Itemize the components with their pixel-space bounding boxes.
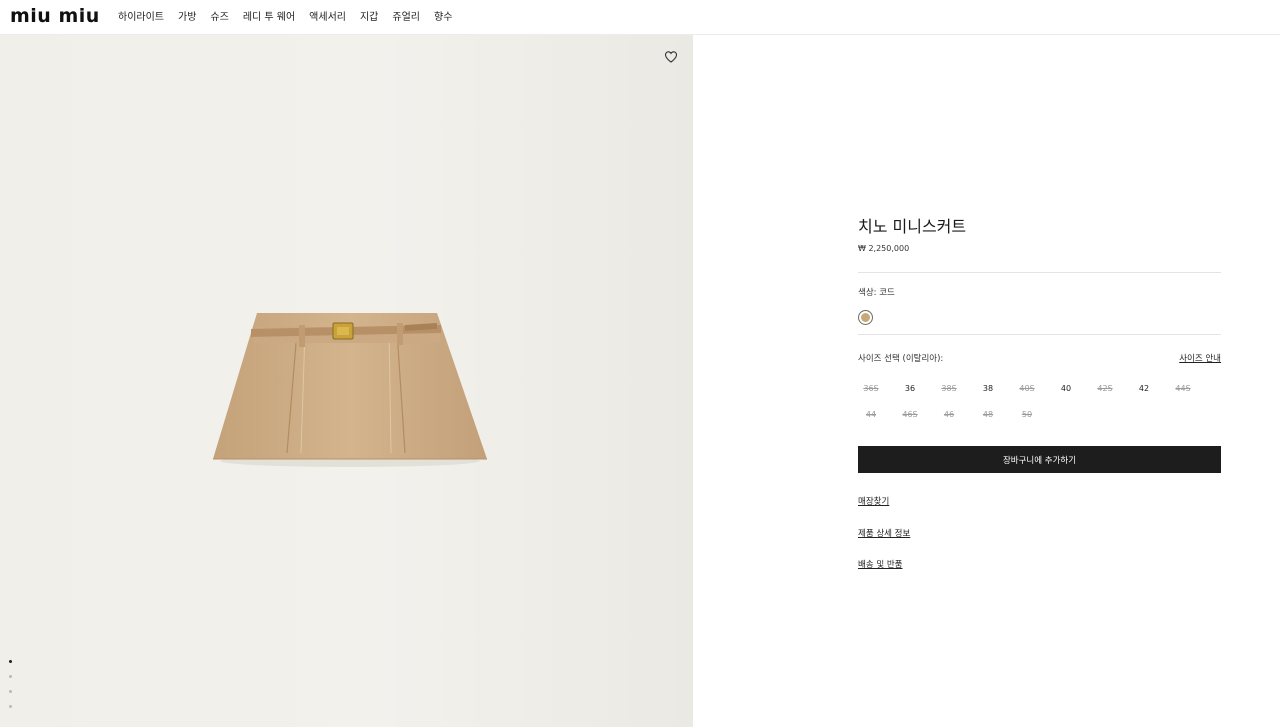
size-guide-link[interactable]: 사이즈 안내 <box>1179 352 1221 364</box>
size-option[interactable]: 50 <box>1014 409 1040 421</box>
size-option[interactable]: 48 <box>975 409 1001 421</box>
nav-item-ready-to-wear[interactable]: 레디 투 웨어 <box>243 8 295 23</box>
brand-logo[interactable]: miu miu <box>10 5 100 27</box>
size-option[interactable]: 36S <box>858 383 884 395</box>
pager-dot[interactable] <box>9 675 12 678</box>
pager-dot[interactable] <box>9 690 12 693</box>
size-option[interactable]: 40S <box>1014 383 1040 395</box>
size-option[interactable]: 42S <box>1092 383 1118 395</box>
size-option[interactable]: 46S <box>897 409 923 421</box>
size-option[interactable]: 46 <box>936 409 962 421</box>
size-option[interactable]: 38S <box>936 383 962 395</box>
product-image <box>213 313 487 467</box>
main-nav: 하이라이트 가방 슈즈 레디 투 웨어 액세서리 지갑 쥬얼리 향수 <box>118 0 466 31</box>
size-option[interactable]: 42 <box>1131 383 1157 395</box>
pager-dot[interactable] <box>9 660 12 663</box>
nav-item-wallets[interactable]: 지갑 <box>360 8 378 23</box>
store-locator-link[interactable]: 매장찾기 <box>858 496 889 508</box>
info-links: 매장찾기 제품 상세 정보 배송 및 반품 <box>858 489 1221 571</box>
size-option[interactable]: 36 <box>897 383 923 395</box>
nav-item-jewelry[interactable]: 쥬얼리 <box>392 8 420 23</box>
divider <box>858 334 1221 335</box>
color-label-row: 색상: 코드 <box>858 287 1221 299</box>
product-detail: 치노 미니스커트 ₩ 2,250,000 색상: 코드 사이즈 선택 (이탈리아… <box>858 215 1221 571</box>
size-option[interactable]: 38 <box>975 383 1001 395</box>
size-header: 사이즈 선택 (이탈리아): 사이즈 안내 <box>858 352 1221 364</box>
product-gallery[interactable] <box>0 35 693 727</box>
nav-item-highlights[interactable]: 하이라이트 <box>118 8 164 23</box>
size-label: 사이즈 선택 (이탈리아): <box>858 354 944 364</box>
color-label: 색상: <box>858 288 877 298</box>
pager-dot[interactable] <box>9 705 12 708</box>
nav-item-shoes[interactable]: 슈즈 <box>210 8 228 23</box>
color-swatch[interactable] <box>858 310 873 325</box>
color-value: 코드 <box>879 288 895 298</box>
size-option[interactable]: 40 <box>1053 383 1079 395</box>
product-title: 치노 미니스커트 <box>858 217 967 236</box>
heart-icon[interactable] <box>664 50 678 64</box>
size-option[interactable]: 44 <box>858 409 884 421</box>
nav-item-bags[interactable]: 가방 <box>178 8 196 23</box>
size-option[interactable]: 44S <box>1170 383 1196 395</box>
nav-item-accessories[interactable]: 액세서리 <box>309 8 346 23</box>
nav-item-fragrance[interactable]: 향수 <box>434 8 452 23</box>
shipping-returns-link[interactable]: 배송 및 반품 <box>858 559 903 571</box>
gallery-pager <box>9 660 15 720</box>
product-details-link[interactable]: 제품 상세 정보 <box>858 528 910 540</box>
product-price: ₩ 2,250,000 <box>858 244 910 253</box>
divider <box>858 272 1221 273</box>
size-selector: 36S 36 38S 38 40S 40 42S 42 44S 44 46S 4… <box>858 383 1221 433</box>
site-header: miu miu 하이라이트 가방 슈즈 레디 투 웨어 액세서리 지갑 쥬얼리 … <box>0 0 1280 35</box>
add-to-cart-button[interactable]: 장바구니에 추가하기 <box>858 446 1221 473</box>
